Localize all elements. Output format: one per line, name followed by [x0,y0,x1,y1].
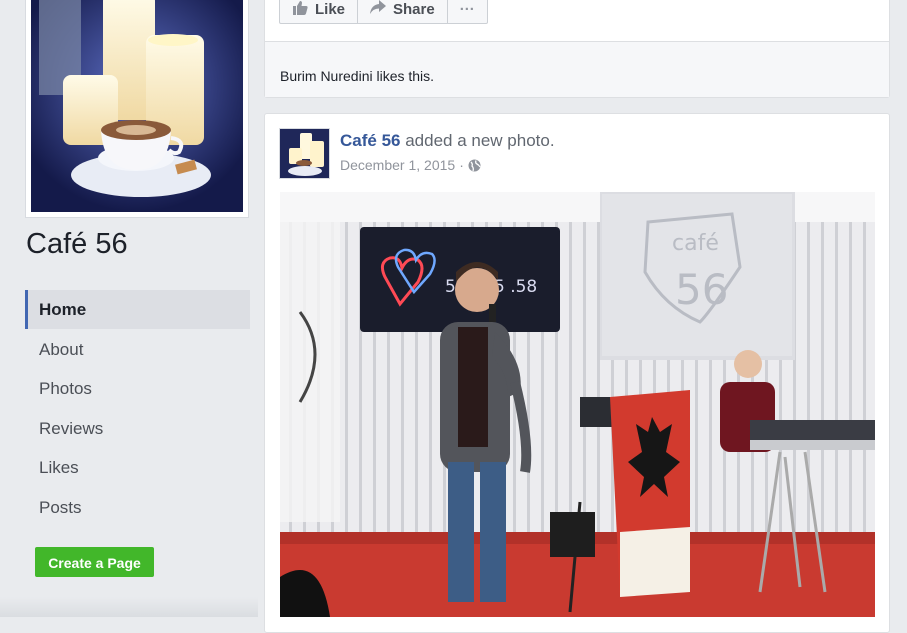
stage-performance-photo: café 56 5/2015 .58 [280,192,875,617]
share-arrow-icon [370,0,387,18]
page-nav: Home About Photos Reviews Likes Posts [25,290,250,527]
nav-item-posts[interactable]: Posts [25,488,250,527]
create-page-button[interactable]: Create a Page [35,547,154,577]
svg-text:café: café [672,231,719,256]
author-avatar[interactable] [279,128,330,179]
thumbs-up-icon [292,0,308,19]
page-profile-photo[interactable] [25,0,249,218]
post-action-bar: Like Share ··· [279,0,488,24]
post-meta: December 1, 2015 · [340,157,481,173]
likes-summary[interactable]: Burim Nuredini likes this. [280,68,434,84]
nav-item-likes[interactable]: Likes [25,448,250,487]
meta-separator: · [459,157,464,173]
nav-item-about[interactable]: About [25,330,250,369]
post-action-text: added a new photo. [405,131,555,150]
cafe-candles-photo [31,0,243,212]
like-label: Like [315,0,346,18]
more-dots-icon: ··· [459,0,475,18]
svg-text:56: 56 [675,265,728,314]
post-timestamp[interactable]: December 1, 2015 [340,157,455,173]
post-photo[interactable]: café 56 5/2015 .58 [280,192,875,617]
post-header: Café 56 added a new photo. [340,131,555,151]
more-options-button[interactable]: ··· [448,0,487,23]
sidebar-bottom-shade [0,597,258,617]
page-title: Café 56 [26,228,128,260]
share-label: Share [393,0,435,18]
nav-item-photos[interactable]: Photos [25,369,250,408]
nav-item-reviews[interactable]: Reviews [25,409,250,448]
nav-item-home[interactable]: Home [25,290,250,329]
viewport-edge [890,0,907,617]
post-author-link[interactable]: Café 56 [340,131,400,150]
share-button[interactable]: Share [358,0,448,23]
globe-icon[interactable] [468,159,481,172]
likes-section: Burim Nuredini likes this. [265,42,889,97]
avatar-image [280,129,329,178]
like-button[interactable]: Like [280,0,359,23]
